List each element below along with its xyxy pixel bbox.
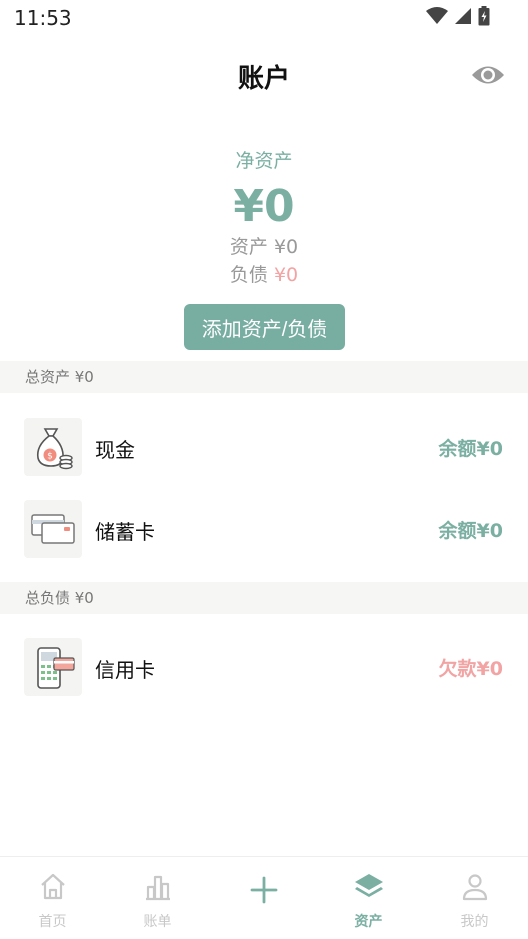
account-row-savings-card[interactable]: 储蓄卡 余额¥0 <box>0 496 528 562</box>
bottom-tab-bar: 首页 账单 资产 我的 <box>0 856 528 939</box>
status-icons <box>426 6 490 26</box>
assets-value: ¥0 <box>273 236 299 258</box>
tab-assets[interactable]: 资产 <box>316 857 421 939</box>
assets-summary-line: 资产 ¥0 <box>0 233 528 261</box>
account-balance: 余额¥0 <box>438 438 503 460</box>
header: 账户 <box>0 44 528 106</box>
layers-icon <box>354 874 383 897</box>
tab-bills-label: 账单 <box>143 914 172 930</box>
tab-assets-label: 资产 <box>354 914 383 930</box>
debts-value: ¥0 <box>273 264 299 286</box>
tab-add[interactable] <box>211 857 316 939</box>
debts-label: 负债 <box>229 264 268 286</box>
total-assets-header: 总资产 ¥0 <box>0 361 528 393</box>
cash-icon-box: $ <box>24 418 82 476</box>
page-title: 账户 <box>237 64 290 94</box>
status-bar: 11:53 <box>0 0 528 36</box>
add-asset-debt-button[interactable]: 添加资产/负债 <box>184 304 345 350</box>
signal-icon <box>455 8 471 24</box>
user-icon <box>462 874 487 901</box>
total-debts-header: 总负债 ¥0 <box>0 582 528 614</box>
account-name: 现金 <box>95 438 135 462</box>
account-name: 信用卡 <box>95 658 155 682</box>
net-assets-label: 净资产 <box>235 150 293 172</box>
tab-home-label: 首页 <box>38 914 67 930</box>
net-assets-summary: 净资产 ¥0 资产 ¥0 负债 ¥0 <box>0 140 528 289</box>
plus-icon <box>250 876 277 904</box>
debts-summary-line: 负债 ¥0 <box>0 261 528 289</box>
bar-chart-icon <box>145 875 170 901</box>
account-row-cash[interactable]: $ 现金 余额¥0 <box>0 414 528 480</box>
assets-label: 资产 <box>229 236 268 258</box>
account-debt: 欠款¥0 <box>438 658 503 680</box>
status-time: 11:53 <box>14 6 72 30</box>
battery-icon <box>478 6 490 26</box>
tab-profile-label: 我的 <box>460 914 489 930</box>
svg-text:$: $ <box>47 452 53 462</box>
tab-profile[interactable]: 我的 <box>422 857 527 939</box>
tab-bills[interactable]: 账单 <box>105 857 210 939</box>
account-balance: 余额¥0 <box>438 520 503 542</box>
eye-icon <box>472 66 504 84</box>
wifi-icon <box>426 7 448 24</box>
account-name: 储蓄卡 <box>95 520 155 544</box>
bank-card-icon <box>31 514 75 544</box>
credit-card-icon-box <box>24 638 82 696</box>
toggle-visibility-button[interactable] <box>470 60 506 90</box>
net-assets-value: ¥0 <box>233 181 295 232</box>
tab-home[interactable]: 首页 <box>0 857 105 939</box>
savings-card-icon-box <box>24 500 82 558</box>
card-terminal-icon <box>37 647 75 689</box>
account-row-credit-card[interactable]: 信用卡 欠款¥0 <box>0 634 528 700</box>
home-icon <box>40 873 65 900</box>
money-bag-icon: $ <box>36 428 73 470</box>
